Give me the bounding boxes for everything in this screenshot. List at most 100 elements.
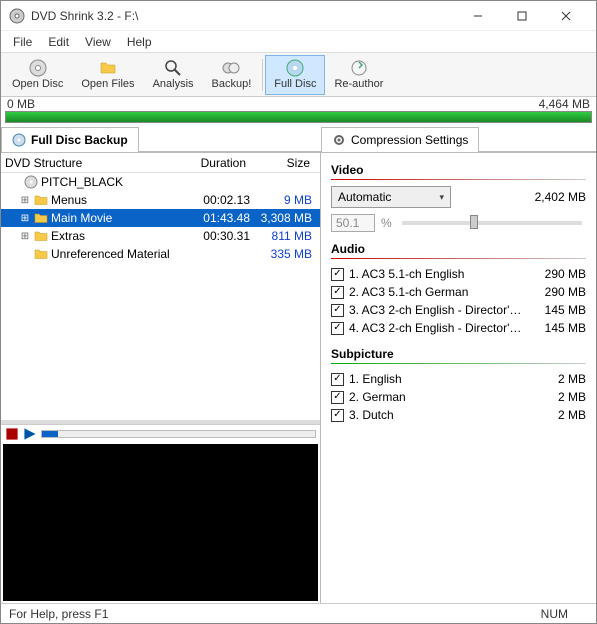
analysis-label: Analysis (153, 78, 194, 90)
disc-icon (29, 59, 47, 77)
close-button[interactable] (544, 2, 588, 30)
audio-section-label: Audio (331, 242, 586, 256)
menu-edit[interactable]: Edit (40, 33, 77, 51)
full-disc-label: Full Disc (274, 78, 316, 90)
col-size[interactable]: Size (246, 156, 316, 170)
minimize-button[interactable] (456, 2, 500, 30)
left-panel: DVD Structure Duration Size PITCH_BLACK … (1, 153, 321, 603)
statusbar: For Help, press F1 NUM (1, 603, 596, 623)
folder-icon (34, 211, 48, 225)
open-disc-label: Open Disc (12, 78, 63, 90)
reauthor-button[interactable]: Re-author (325, 55, 392, 95)
track-row[interactable]: ✓ 4. AC3 2-ch English - Director's Commen… (331, 319, 586, 337)
preview-track[interactable] (41, 430, 316, 438)
titlebar: DVD Shrink 3.2 - F:\ (1, 1, 596, 31)
track-row[interactable]: ✓ 1. English2 MB (331, 370, 586, 388)
status-num: NUM (541, 607, 568, 621)
tree-item-size: 3,308 MB (250, 211, 316, 225)
checkbox[interactable]: ✓ (331, 391, 344, 404)
size-max: 4,464 MB (539, 97, 590, 111)
tree-item-label: Unreferenced Material (51, 247, 180, 261)
dvd-tree[interactable]: PITCH_BLACK ⊞ Menus 00:02.13 9 MB ⊞ Main… (1, 173, 320, 263)
pct-label: % (381, 216, 392, 230)
size-min: 0 MB (7, 97, 35, 111)
video-mode-select[interactable]: Automatic ▾ (331, 186, 451, 208)
subpicture-section-label: Subpicture (331, 347, 586, 361)
track-label: 2. AC3 5.1-ch German (349, 285, 526, 299)
checkbox[interactable]: ✓ (331, 322, 344, 335)
expand-icon[interactable]: ⊞ (19, 231, 31, 242)
checkbox[interactable]: ✓ (331, 286, 344, 299)
tree-item-menus[interactable]: ⊞ Menus 00:02.13 9 MB (1, 191, 320, 209)
track-label: 2. German (349, 390, 526, 404)
checkbox[interactable]: ✓ (331, 268, 344, 281)
checkbox[interactable]: ✓ (331, 373, 344, 386)
expand-icon[interactable]: ⊞ (19, 213, 31, 224)
tree-item-label: Main Movie (51, 211, 180, 225)
slider-thumb[interactable] (470, 215, 478, 229)
track-size: 2 MB (526, 372, 586, 386)
folder-icon (34, 229, 48, 243)
checkbox[interactable]: ✓ (331, 409, 344, 422)
tree-columns: DVD Structure Duration Size (1, 153, 320, 173)
track-size: 290 MB (526, 285, 586, 299)
tree-item-duration: 01:43.48 (180, 211, 250, 225)
track-label: 3. Dutch (349, 408, 526, 422)
analysis-button[interactable]: Analysis (144, 55, 203, 95)
folder-icon (34, 247, 48, 261)
play-button[interactable] (23, 427, 37, 441)
tab-full-disc-backup[interactable]: Full Disc Backup (1, 127, 139, 152)
track-label: 4. AC3 2-ch English - Director's Comment… (349, 321, 526, 335)
tree-root-label: PITCH_BLACK (41, 175, 316, 189)
open-files-button[interactable]: Open Files (72, 55, 143, 95)
main-area: DVD Structure Duration Size PITCH_BLACK … (1, 153, 596, 603)
tree-item-label: Extras (51, 229, 180, 243)
track-row[interactable]: ✓1. AC3 5.1-ch English290 MB (331, 265, 586, 283)
preview-controls (1, 424, 320, 442)
tree-item-size: 335 MB (250, 247, 316, 261)
status-help: For Help, press F1 (9, 607, 108, 621)
reauthor-label: Re-author (334, 78, 383, 90)
checkbox[interactable]: ✓ (331, 304, 344, 317)
track-size: 145 MB (526, 303, 586, 317)
window-title: DVD Shrink 3.2 - F:\ (31, 9, 456, 23)
disc-icon (24, 175, 38, 189)
reauthor-icon (350, 59, 368, 77)
maximize-button[interactable] (500, 2, 544, 30)
full-disc-icon (286, 59, 304, 77)
tree-item-unreferenced[interactable]: Unreferenced Material 335 MB (1, 245, 320, 263)
track-label: 1. English (349, 372, 526, 386)
track-size: 290 MB (526, 267, 586, 281)
folder-icon (99, 59, 117, 77)
tree-item-extras[interactable]: ⊞ Extras 00:30.31 811 MB (1, 227, 320, 245)
search-icon (164, 59, 182, 77)
col-structure[interactable]: DVD Structure (5, 156, 176, 170)
backup-button[interactable]: Backup! (203, 55, 261, 95)
size-bar: 0 MB 4,464 MB (1, 97, 596, 111)
tab-compression-settings[interactable]: Compression Settings (321, 127, 479, 152)
stop-button[interactable] (5, 427, 19, 441)
track-size: 2 MB (526, 390, 586, 404)
tree-item-size: 811 MB (250, 229, 316, 243)
menu-help[interactable]: Help (119, 33, 160, 51)
tabs-row: Full Disc Backup Compression Settings (1, 127, 596, 153)
tree-item-main-movie[interactable]: ⊞ Main Movie 01:43.48 3,308 MB (1, 209, 320, 227)
col-duration[interactable]: Duration (176, 156, 246, 170)
full-disc-button[interactable]: Full Disc (265, 55, 325, 95)
preview-video (3, 444, 318, 601)
gear-icon (332, 133, 346, 147)
track-row[interactable]: ✓ 2. AC3 5.1-ch German290 MB (331, 283, 586, 301)
compression-slider[interactable] (402, 221, 582, 225)
menu-view[interactable]: View (77, 33, 119, 51)
tree-root[interactable]: PITCH_BLACK (1, 173, 320, 191)
disc-icon (12, 133, 26, 147)
ratio-input[interactable] (331, 214, 375, 232)
right-panel: Video Automatic ▾ 2,402 MB % Audio ✓1. A… (321, 153, 596, 603)
track-row[interactable]: ✓3. Dutch2 MB (331, 406, 586, 424)
open-disc-button[interactable]: Open Disc (3, 55, 72, 95)
size-progress (5, 111, 592, 123)
menu-file[interactable]: File (5, 33, 40, 51)
track-row[interactable]: ✓3. AC3 2-ch English - Director's Commen… (331, 301, 586, 319)
expand-icon[interactable]: ⊞ (19, 195, 31, 206)
track-row[interactable]: ✓ 2. German2 MB (331, 388, 586, 406)
